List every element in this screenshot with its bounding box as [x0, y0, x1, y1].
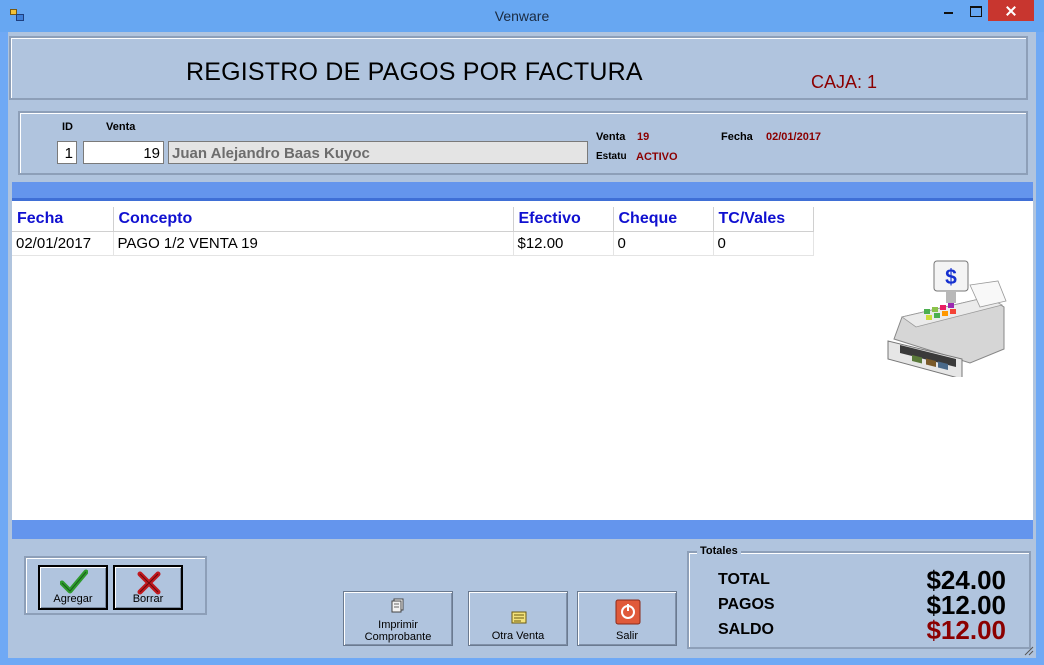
- col-cheque[interactable]: Cheque: [613, 207, 714, 232]
- maximize-button[interactable]: [962, 0, 988, 21]
- check-icon: [60, 569, 88, 594]
- grid-top-band: [12, 182, 1033, 198]
- saldo-label: SALDO: [718, 621, 774, 638]
- cash-register-icon: $: [887, 260, 1007, 377]
- id-field[interactable]: 1: [57, 141, 77, 164]
- svg-text:$: $: [945, 266, 957, 289]
- salir-button[interactable]: Salir: [577, 591, 677, 646]
- receipt-icon: [511, 611, 527, 624]
- saldo-value: $12.00: [926, 615, 1006, 645]
- cell-concepto[interactable]: PAGO 1/2 VENTA 19: [113, 231, 514, 256]
- imprimir-label-line1: Imprimir: [378, 619, 418, 631]
- col-fecha[interactable]: Fecha: [12, 207, 114, 232]
- agregar-button[interactable]: Agregar: [38, 565, 108, 610]
- fecha-label: Fecha: [721, 131, 753, 143]
- total-label: TOTAL: [718, 571, 770, 588]
- resize-grip-icon[interactable]: [1022, 644, 1034, 656]
- pagos-label: PAGOS: [718, 596, 775, 613]
- otra-venta-button[interactable]: Otra Venta: [468, 591, 568, 646]
- estatus-value: ACTIVO: [636, 151, 678, 163]
- page-title: REGISTRO DE PAGOS POR FACTURA: [186, 58, 643, 86]
- form-body: REGISTRO DE PAGOS POR FACTURA CAJA: 1 ID…: [8, 32, 1036, 658]
- borrar-label: Borrar: [132, 593, 164, 605]
- venta-label: Venta: [106, 121, 136, 133]
- print-icon: [391, 598, 404, 613]
- col-concepto[interactable]: Concepto: [113, 207, 514, 232]
- col-tc-vales[interactable]: TC/Vales: [713, 207, 814, 232]
- venta-info-value: 19: [637, 131, 650, 143]
- grid-header-row: Fecha Concepto Efectivo Cheque TC/Vales: [12, 207, 814, 232]
- fecha-value: 02/01/2017: [766, 131, 822, 143]
- cell-tc-vales[interactable]: 0: [713, 231, 814, 256]
- cell-fecha[interactable]: 02/01/2017: [12, 231, 114, 256]
- header-panel: REGISTRO DE PAGOS POR FACTURA CAJA: 1: [9, 36, 1028, 100]
- imprimir-label-line2: Comprobante: [364, 631, 432, 643]
- agregar-label: Agregar: [53, 593, 93, 605]
- venta-field[interactable]: 19: [83, 141, 164, 164]
- cell-efectivo[interactable]: $12.00: [513, 231, 614, 256]
- payments-table: Fecha Concepto Efectivo Cheque TC/Vales …: [12, 207, 814, 256]
- close-button[interactable]: [988, 0, 1034, 21]
- col-efectivo[interactable]: Efectivo: [513, 207, 614, 232]
- estatus-label: Estatu: [596, 151, 627, 162]
- borrar-button[interactable]: Borrar: [113, 565, 183, 610]
- table-row[interactable]: 02/01/2017 PAGO 1/2 VENTA 19 $12.00 0 0: [12, 231, 814, 256]
- title-bar: Venware: [0, 0, 1044, 32]
- grid-bottom-band: [12, 520, 1033, 539]
- window-title: Venware: [494, 8, 550, 24]
- totals-legend: Totales: [697, 545, 741, 557]
- venta-info-label: Venta: [596, 131, 626, 143]
- cell-cheque[interactable]: 0: [613, 231, 714, 256]
- id-label: ID: [62, 121, 73, 133]
- otra-venta-label: Otra Venta: [491, 630, 545, 642]
- cliente-field[interactable]: Juan Alejandro Baas Kuyoc: [168, 141, 588, 164]
- salir-label: Salir: [615, 630, 638, 642]
- power-icon: [615, 599, 641, 625]
- imprimir-comprobante-button[interactable]: Imprimir Comprobante: [343, 591, 453, 646]
- caja-label: CAJA: 1: [811, 72, 878, 92]
- minimize-button[interactable]: [934, 0, 962, 21]
